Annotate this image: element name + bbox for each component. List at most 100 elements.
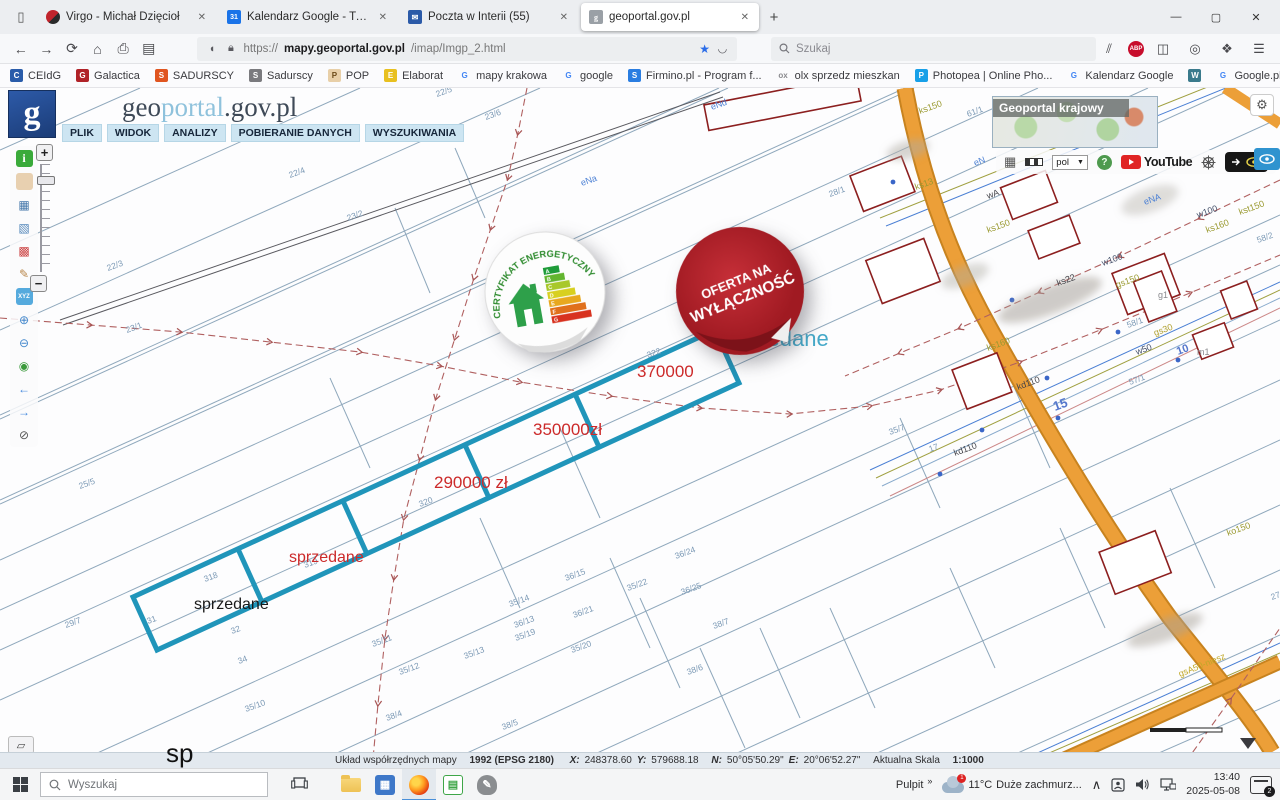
bookmark-item[interactable]: SSadurscy [249,69,313,82]
helm-icon[interactable] [1201,155,1216,170]
shield-icon[interactable]: ◖ [205,42,218,55]
bookmark-item[interactable]: SFirmino.pl - Program f... [628,69,762,82]
account-icon[interactable]: ◎ [1182,37,1208,61]
tab-close-icon[interactable]: ✕ [558,10,570,25]
reload-button[interactable]: ⟳ [59,37,85,61]
clock-time: 13:40 [1186,771,1240,784]
tab-virgo[interactable]: Virgo - Michał Dzięcioł ✕ [38,3,216,31]
weather-widget[interactable]: 1 11°C Duże zachmurz... [942,777,1081,793]
menu-analizy[interactable]: ANALIZY [164,124,226,142]
bookmark-item[interactable]: oxolx sprzedz mieszkan [777,69,900,82]
back-button[interactable]: ← [8,37,34,61]
svg-text:31: 31 [145,613,158,626]
teams-tray-icon[interactable] [1111,778,1125,792]
bookmark-item[interactable]: GGalactica [76,69,140,82]
map-nav-triangle[interactable] [1240,738,1256,749]
help-icon[interactable]: ? [1097,155,1112,170]
select-red-icon[interactable]: ▩ [16,242,33,259]
info-icon[interactable]: i [16,150,33,167]
map-canvas[interactable]: 22/322/422/523/623/223/125/529/731831932… [0,88,1280,752]
menu-wyszukiwania[interactable]: WYSZUKIWANIA [365,124,464,142]
tab-close-icon[interactable]: ✕ [377,10,389,25]
bookmark-star-icon[interactable]: ★ [699,42,710,56]
task-view-button[interactable] [282,769,316,800]
slider-zoom-out-button[interactable]: − [30,275,47,292]
roads [905,88,1280,752]
extension-icon[interactable]: ❖ [1214,37,1240,61]
firefox-view-icon[interactable]: ▯ [8,4,34,30]
zoom-in-icon[interactable]: ⊕ [16,311,33,328]
overview-minimap[interactable]: Geoportal krajowy [992,96,1158,148]
bookmark-item[interactable]: W [1188,69,1201,82]
adblock-icon[interactable]: ABP [1128,41,1144,57]
slider-handle[interactable] [37,176,55,185]
taskbar-search[interactable]: Wyszukaj [40,772,268,797]
tab-calendar[interactable]: 31 Kalendarz Google - Tydzień, w ✕ [219,3,397,31]
bookmark-item[interactable]: SSADURSCY [155,69,234,82]
network-tray-icon[interactable] [1160,778,1176,791]
zoom-out-icon[interactable]: ⊖ [16,334,33,351]
file-explorer-button[interactable] [334,769,368,800]
menu-widok[interactable]: WIDOK [107,124,159,142]
bookmark-item[interactable]: Gmapy krakowa [458,69,547,82]
menu-icon[interactable]: ☰ [1246,37,1272,61]
geoportal-logo[interactable]: g [8,90,56,138]
calculator-button[interactable]: ▦ [368,769,402,800]
legend-icon[interactable]: ▦ [1004,154,1016,170]
tab-geoportal[interactable]: g geoportal.gov.pl ✕ [581,3,759,31]
home-button[interactable]: ⌂ [85,37,111,61]
hidden-icons-chevron[interactable]: ∧ [1092,777,1102,793]
previous-extent-icon[interactable]: ← [16,380,33,397]
svg-text:sprzedane: sprzedane [194,596,269,613]
visibility-eye-button[interactable] [1254,148,1280,170]
bookmark-item[interactable]: PPOP [328,69,369,82]
volume-tray-icon[interactable] [1135,778,1150,791]
taskbar-clock[interactable]: 13:40 2025-05-08 [1186,771,1240,797]
youtube-link[interactable]: YouTube [1121,155,1192,169]
tab-close-icon[interactable]: ✕ [739,10,751,25]
menu-pobieranie[interactable]: POBIERANIE DANYCH [231,124,360,142]
pan-hand-icon[interactable] [16,173,33,190]
next-extent-icon[interactable]: → [16,403,33,420]
scale-ruler-icon[interactable] [1025,158,1043,166]
bookmark-item[interactable]: GKalendarz Google [1067,69,1173,82]
gimp-button[interactable]: ✎ [470,769,504,800]
sidebar-icon[interactable]: ◫ [1150,37,1176,61]
tab-close-icon[interactable]: ✕ [196,10,208,25]
tab-mail[interactable]: ✉ Poczta w Interii (55) ✕ [400,3,578,31]
devices-icon[interactable]: ▤ [136,37,162,61]
language-select[interactable]: pol▼ [1052,155,1088,170]
gear-icon[interactable]: ⚙ [1250,94,1274,116]
bookmark-item[interactable]: PPhotopea | Online Pho... [915,69,1053,82]
globe-extent-icon[interactable]: ◉ [16,357,33,374]
print-icon[interactable]: ⎙ [110,37,136,61]
close-button[interactable]: ✕ [1236,2,1276,32]
slider-track[interactable] [40,164,50,272]
library-icon[interactable]: ⫽ [1096,37,1122,61]
menu-plik[interactable]: PLIK [62,124,102,142]
partial-text-sp: sp [166,738,193,768]
svg-text:D: D [549,293,554,300]
maximize-button[interactable]: ▢ [1196,2,1236,32]
desktop-toolbar[interactable]: Pulpit » [896,779,933,791]
forward-button[interactable]: → [34,37,60,61]
bookmark-item[interactable]: CCEIdG [10,69,61,82]
minimize-button[interactable]: — [1156,2,1196,32]
bookmark-item[interactable]: Ggoogle [562,69,613,82]
new-tab-button[interactable]: + [762,5,786,29]
bookmark-favicon: G [562,69,575,82]
action-center-icon[interactable]: 2 [1250,776,1272,794]
bookmark-item[interactable]: EElaborat [384,69,443,82]
attributes-table-icon[interactable]: ▦ [16,196,33,213]
clear-selection-icon[interactable]: ⊘ [16,426,33,443]
libreoffice-button[interactable]: ▤ [436,769,470,800]
firefox-button[interactable] [402,769,436,800]
bookmark-item[interactable]: GGoogle.pl [1216,69,1280,82]
browser-search-bar[interactable]: Szukaj [771,37,1096,61]
svg-text:36/24: 36/24 [673,544,697,561]
pocket-icon[interactable]: ◡ [716,42,729,55]
slider-zoom-in-button[interactable]: + [36,144,53,161]
url-bar[interactable]: ◖ 🔒︎ https://mapy.geoportal.gov.pl/imap/… [197,37,737,61]
start-button[interactable] [0,769,40,800]
select-rectangle-icon[interactable]: ▧ [16,219,33,236]
